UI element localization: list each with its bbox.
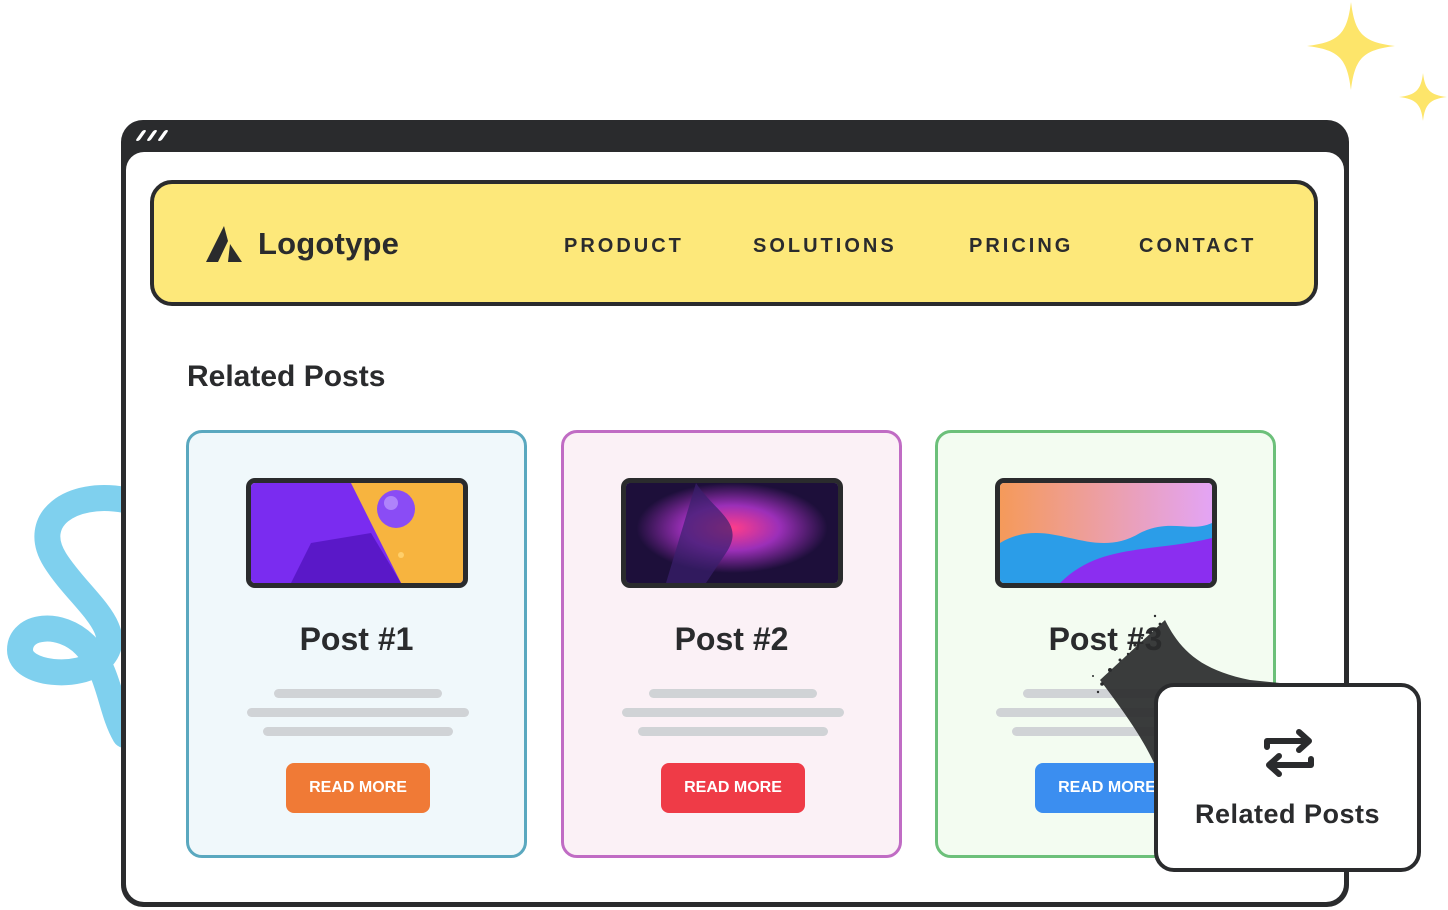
text-placeholder-line: [263, 727, 453, 736]
sparkle-large-icon: [1307, 2, 1395, 90]
section-title: Related Posts: [187, 360, 386, 393]
text-placeholder-line: [622, 708, 844, 717]
thumbnail-abstract-image: [1000, 483, 1212, 583]
post-title[interactable]: Post #1: [189, 621, 524, 658]
logo-mark-icon: [206, 226, 242, 262]
nav-item-product[interactable]: PRODUCT: [564, 235, 684, 258]
text-placeholder-line: [247, 708, 469, 717]
post-card-1[interactable]: Post #1 READ MORE: [186, 430, 527, 858]
navbar: Logotype PRODUCT SOLUTIONS PRICING CONTA…: [150, 180, 1318, 306]
squiggle-decoration: [6, 485, 130, 748]
logo-text: Logotype: [258, 226, 400, 261]
text-placeholder-line: [274, 689, 442, 698]
post-thumbnail[interactable]: [246, 478, 468, 588]
window-controls: [135, 130, 169, 144]
text-placeholder-line: [638, 727, 828, 736]
post-thumbnail[interactable]: [621, 478, 843, 588]
post-title[interactable]: Post #2: [564, 621, 899, 658]
read-more-button[interactable]: READ MORE: [286, 763, 430, 813]
window-dot: [157, 130, 169, 141]
window-dot: [146, 130, 158, 141]
popup-label: Related Posts: [1194, 799, 1381, 829]
thumbnail-abstract-image: [251, 483, 463, 583]
nav-item-pricing[interactable]: PRICING: [969, 235, 1073, 258]
logo[interactable]: Logotype: [204, 224, 399, 264]
repeat-arrows-icon: [1264, 729, 1314, 777]
nav-item-contact[interactable]: CONTACT: [1139, 235, 1256, 258]
post-card-2[interactable]: Post #2 READ MORE: [561, 430, 902, 858]
thumbnail-abstract-image: [626, 483, 838, 583]
text-placeholder-line: [649, 689, 817, 698]
sparkle-small-icon: [1399, 73, 1447, 121]
related-posts-popup[interactable]: Related Posts: [1154, 683, 1421, 872]
nav-item-solutions[interactable]: SOLUTIONS: [753, 235, 897, 258]
post-thumbnail[interactable]: [995, 478, 1217, 588]
read-more-button[interactable]: READ MORE: [661, 763, 805, 813]
window-dot: [135, 130, 147, 141]
